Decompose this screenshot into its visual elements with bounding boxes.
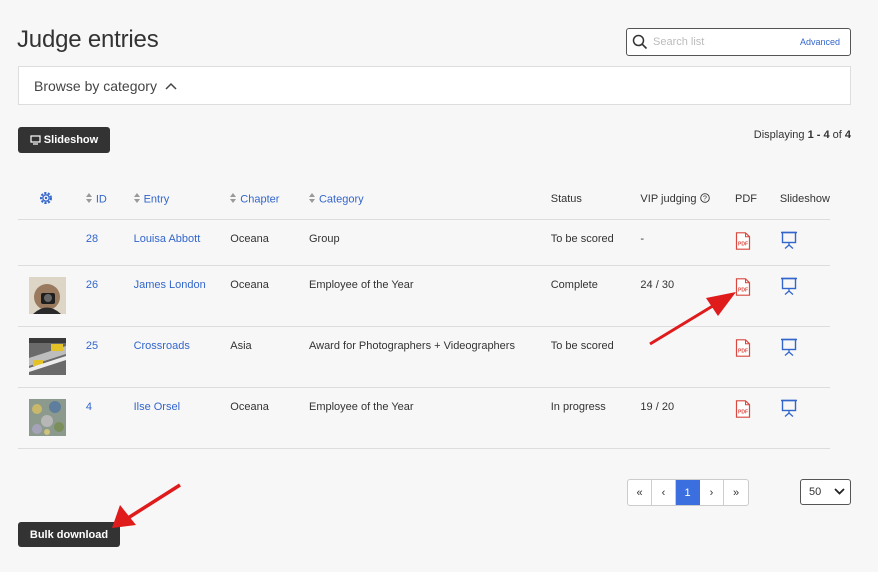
chapter-cell: Oceana	[230, 219, 309, 266]
entry-id-link[interactable]: 28	[86, 233, 98, 245]
pagination: « ‹ 1 › »	[627, 479, 749, 506]
page-first-button[interactable]: «	[628, 480, 652, 505]
pdf-icon[interactable]: PDF	[735, 277, 751, 299]
svg-text:PDF: PDF	[738, 287, 748, 293]
category-cell: Employee of the Year	[308, 265, 551, 327]
search-input[interactable]	[653, 36, 800, 48]
status-cell: In progress	[550, 387, 641, 449]
search-icon	[627, 34, 653, 50]
page-next-button[interactable]: ›	[700, 480, 724, 505]
table-row[interactable]: 28 Louisa Abbott Oceana Group To be scor…	[18, 219, 830, 266]
svg-text:PDF: PDF	[738, 409, 748, 415]
slideshow-button[interactable]: Slideshow	[18, 127, 110, 153]
vip-cell: -	[640, 219, 735, 266]
svg-text:PDF: PDF	[738, 241, 748, 247]
col-header-category[interactable]: Category	[308, 180, 551, 220]
entry-id-link[interactable]: 25	[86, 340, 98, 352]
page-title: Judge entries	[17, 26, 159, 53]
col-header-id[interactable]: ID	[85, 180, 134, 220]
entries-table: ID Entry Chapter Category Status VIP jud…	[18, 180, 830, 449]
thumbnail-cell	[18, 265, 86, 327]
col-header-entry[interactable]: Entry	[133, 180, 231, 220]
chapter-cell: Oceana	[230, 387, 309, 449]
category-cell: Award for Photographers + Videographers	[308, 326, 551, 388]
thumbnail-cell	[18, 387, 86, 449]
entry-name-link[interactable]: Ilse Orsel	[134, 401, 180, 413]
display-count: Displaying 1 - 4 of 4	[753, 129, 851, 141]
category-cell: Employee of the Year	[308, 387, 551, 449]
entry-thumbnail[interactable]	[29, 276, 66, 314]
annotation-arrow-bulk	[112, 483, 181, 528]
thumbnail-cell	[18, 219, 86, 266]
col-header-pdf: PDF	[734, 180, 780, 220]
vip-cell: 24 / 30	[640, 265, 735, 327]
presentation-icon[interactable]	[780, 277, 798, 298]
entry-id-link[interactable]: 4	[86, 401, 92, 413]
entry-thumbnail[interactable]	[29, 337, 66, 375]
entry-id-link[interactable]: 26	[86, 279, 98, 291]
per-page-value: 50	[809, 486, 822, 498]
pdf-icon[interactable]: PDF	[735, 231, 751, 253]
entry-thumbnail[interactable]	[29, 398, 66, 436]
bulk-download-button[interactable]: Bulk download	[18, 522, 120, 547]
page-current-button[interactable]: 1	[676, 480, 700, 505]
pdf-icon[interactable]: PDF	[735, 399, 751, 421]
presentation-icon[interactable]	[780, 231, 798, 252]
browse-label: Browse by category	[34, 77, 157, 94]
info-icon[interactable]: ?	[699, 193, 710, 205]
col-header-slideshow: Slideshow	[779, 180, 830, 220]
monitor-icon	[30, 135, 41, 145]
page-last-button[interactable]: »	[724, 480, 748, 505]
sort-icon	[230, 192, 237, 206]
category-cell: Group	[308, 219, 551, 266]
presentation-icon[interactable]	[780, 338, 798, 359]
advanced-search-link[interactable]: Advanced	[800, 37, 850, 47]
chapter-cell: Asia	[230, 326, 309, 388]
table-row[interactable]: 25 Crossroads Asia Award for Photographe…	[18, 326, 830, 388]
col-header-vip: VIP judging ?	[640, 180, 735, 220]
thumbnail-cell	[18, 326, 86, 388]
entry-name-link[interactable]: Crossroads	[134, 340, 190, 352]
col-header-chapter[interactable]: Chapter	[230, 180, 309, 220]
status-cell: Complete	[550, 265, 641, 327]
search-box[interactable]: Advanced	[626, 28, 851, 56]
svg-text:?: ?	[703, 196, 707, 203]
chevron-down-icon	[834, 486, 845, 498]
status-cell: To be scored	[550, 219, 641, 266]
sort-icon	[85, 192, 92, 206]
entry-name-link[interactable]: James London	[134, 279, 206, 291]
page-prev-button[interactable]: ‹	[652, 480, 676, 505]
sort-icon	[133, 192, 140, 206]
table-row[interactable]: 4 Ilse Orsel Oceana Employee of the Year…	[18, 387, 830, 449]
gear-icon[interactable]	[38, 191, 54, 209]
svg-text:PDF: PDF	[738, 348, 748, 354]
table-row[interactable]: 26 James London Oceana Employee of the Y…	[18, 265, 830, 327]
table-header-row: ID Entry Chapter Category Status VIP jud…	[18, 180, 830, 220]
presentation-icon[interactable]	[780, 399, 798, 420]
column-settings[interactable]	[18, 180, 86, 220]
browse-by-category-toggle[interactable]: Browse by category	[18, 66, 851, 105]
per-page-select[interactable]: 50	[800, 479, 851, 505]
chevron-up-icon	[165, 82, 177, 90]
pdf-icon[interactable]: PDF	[735, 338, 751, 360]
entry-name-link[interactable]: Louisa Abbott	[134, 233, 201, 245]
sort-icon	[308, 192, 315, 206]
slideshow-button-label: Slideshow	[43, 134, 99, 146]
vip-cell: 19 / 20	[640, 387, 735, 449]
status-cell: To be scored	[550, 326, 641, 388]
vip-cell	[640, 326, 735, 388]
col-header-status: Status	[550, 180, 641, 220]
chapter-cell: Oceana	[230, 265, 309, 327]
